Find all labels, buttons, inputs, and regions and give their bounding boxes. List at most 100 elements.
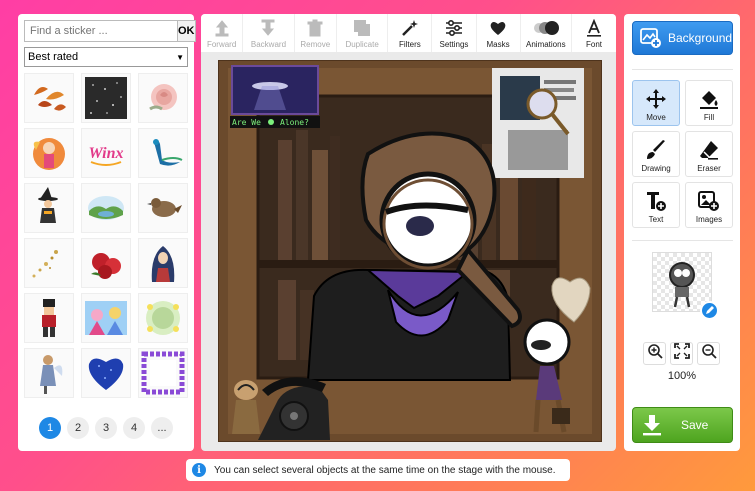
page-button-3[interactable]: 3 — [95, 417, 117, 439]
duplicate-button[interactable]: Duplicate — [337, 14, 389, 52]
pencil-icon — [705, 302, 715, 320]
divider — [632, 69, 733, 70]
page-button-1[interactable]: 1 — [39, 417, 61, 439]
main-panel: Forward Backward Remove Duplicate Filter… — [201, 14, 616, 451]
masks-label: Masks — [486, 40, 510, 49]
sticker-thumb[interactable] — [24, 183, 74, 233]
nutcracker-sticker — [42, 299, 56, 337]
stage-artwork: Are We Alone? — [218, 60, 602, 442]
remove-button[interactable]: Remove — [295, 14, 337, 52]
sticker-thumb[interactable] — [81, 238, 131, 288]
sliders-icon — [444, 18, 464, 38]
zoom-in-button[interactable] — [643, 342, 666, 365]
images-tool-button[interactable]: Images — [685, 182, 733, 228]
sticker-thumb[interactable]: Winx — [81, 128, 131, 178]
preview-character-thumb — [669, 262, 695, 308]
right-panel: Background Move Fill Drawing Eraser Text… — [624, 14, 740, 451]
font-label: Font — [585, 40, 602, 49]
sticker-thumb[interactable] — [81, 183, 131, 233]
animations-button[interactable]: Animations — [521, 14, 572, 52]
witch-sticker — [38, 187, 58, 223]
eraser-icon — [697, 138, 721, 162]
masks-button[interactable]: Masks — [477, 14, 521, 52]
save-label: Save — [681, 418, 709, 432]
background-button[interactable]: Background — [632, 21, 733, 55]
settings-label: Settings — [439, 40, 469, 49]
gold-sparkles-sticker — [32, 250, 58, 278]
forward-button[interactable]: Forward — [201, 14, 244, 52]
zoom-controls — [643, 342, 720, 365]
sticker-thumb[interactable] — [138, 73, 188, 123]
red-roses-sticker — [91, 253, 121, 279]
sticker-thumb[interactable] — [24, 73, 74, 123]
virgin-mary-sticker — [151, 246, 175, 282]
eraser-tool-button[interactable]: Eraser — [685, 131, 733, 177]
sticker-sort-select[interactable]: Best rated ▼ — [24, 47, 188, 67]
editing-stage[interactable]: Are We Alone? — [218, 60, 602, 442]
tool-grid: Move Fill Drawing Eraser Text Images — [632, 80, 733, 228]
info-icon: i — [192, 463, 206, 477]
zoom-out-button[interactable] — [697, 342, 720, 365]
page-button-2[interactable]: 2 — [67, 417, 89, 439]
zoom-level: 100% — [667, 370, 697, 382]
peacock-sticker — [153, 139, 183, 166]
divider — [632, 240, 733, 241]
sticker-thumb[interactable] — [24, 348, 74, 398]
page-button-4[interactable]: 4 — [123, 417, 145, 439]
send-backward-icon — [258, 18, 278, 38]
backward-button[interactable]: Backward — [243, 14, 295, 52]
caption-text-2: Alone? — [280, 118, 309, 127]
toolbar: Forward Backward Remove Duplicate Filter… — [201, 14, 616, 52]
forward-label: Forward — [206, 40, 237, 49]
sticker-thumb[interactable] — [138, 293, 188, 343]
sticker-thumb[interactable] — [81, 293, 131, 343]
font-icon — [584, 18, 604, 38]
magic-wand-icon — [400, 18, 420, 38]
glitter-texture-sticker — [85, 77, 127, 119]
sticker-thumb[interactable] — [138, 128, 188, 178]
winx-fairy-sticker — [33, 138, 65, 170]
sticker-thumb[interactable] — [81, 73, 131, 123]
backward-label: Backward — [250, 40, 287, 49]
winx-logo-sticker: Winx — [89, 145, 123, 166]
page-button-more[interactable]: ... — [151, 417, 173, 439]
sticker-thumb[interactable] — [138, 348, 188, 398]
sticker-thumb[interactable] — [138, 183, 188, 233]
sticker-search-ok-button[interactable]: OK — [177, 20, 196, 42]
sticker-thumb[interactable] — [138, 238, 188, 288]
fill-tool-button[interactable]: Fill — [685, 80, 733, 126]
font-button[interactable]: Font — [572, 14, 616, 52]
animations-label: Animations — [526, 40, 566, 49]
drawing-tool-button[interactable]: Drawing — [632, 131, 680, 177]
filters-label: Filters — [398, 40, 421, 49]
download-icon — [641, 414, 663, 436]
settings-button[interactable]: Settings — [432, 14, 477, 52]
heart-mask-icon — [488, 18, 508, 38]
info-text: You can select several objects at the sa… — [214, 464, 556, 476]
sticker-thumb[interactable] — [24, 128, 74, 178]
landscape-oval-sticker — [88, 196, 124, 220]
fill-label: Fill — [703, 113, 715, 122]
filters-button[interactable]: Filters — [388, 14, 433, 52]
sticker-search-input[interactable] — [24, 20, 177, 42]
sticker-thumb[interactable] — [24, 238, 74, 288]
sticker-thumb[interactable] — [81, 348, 131, 398]
blue-glitter-heart-sticker — [88, 358, 124, 390]
anime-girls-sticker — [85, 301, 127, 335]
edit-sticker-button[interactable] — [700, 301, 719, 320]
paint-bucket-icon — [697, 87, 721, 111]
image-add-icon — [697, 189, 721, 213]
sticker-panel: OK Best rated ▼ — [18, 14, 196, 451]
text-tool-button[interactable]: Text — [632, 182, 680, 228]
fairy-girl-sticker — [40, 355, 63, 394]
move-arrows-icon — [644, 87, 668, 111]
sparrow-bird-sticker — [147, 198, 182, 217]
fit-screen-button[interactable] — [670, 342, 693, 365]
info-bar: i You can select several objects at the … — [186, 459, 570, 481]
save-button[interactable]: Save — [632, 407, 733, 443]
duplicate-icon — [352, 18, 372, 38]
sticker-thumb[interactable] — [24, 293, 74, 343]
image-add-icon — [640, 27, 662, 49]
move-tool-button[interactable]: Move — [632, 80, 680, 126]
sticker-pager: 1 2 3 4 ... — [18, 417, 194, 439]
